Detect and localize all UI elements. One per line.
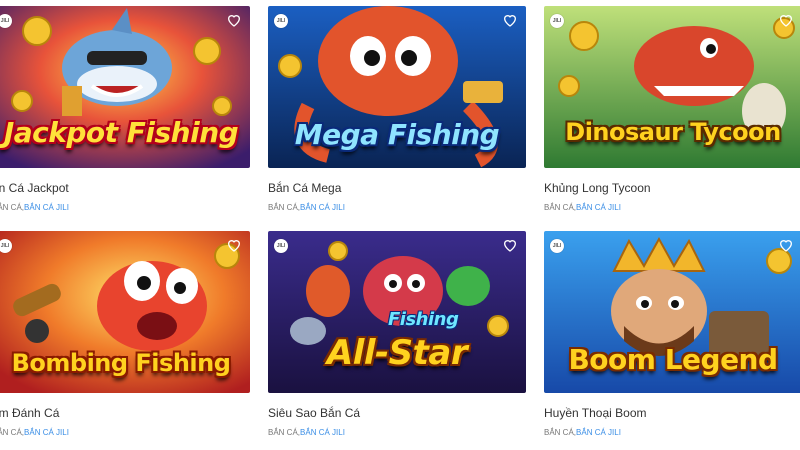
tag-provider-link[interactable]: BẮN CÁ JILI — [24, 428, 69, 437]
game-thumbnail[interactable]: Boom Legend JILI — [544, 231, 800, 393]
game-title[interactable]: Khủng Long Tycoon — [544, 181, 800, 195]
heart-icon[interactable] — [502, 237, 518, 253]
tag-category[interactable]: BẮN CÁ, — [0, 428, 24, 437]
game-logo: Boom Legend — [568, 343, 778, 376]
game-thumbnail[interactable]: Dinosaur Tycoon JILI — [544, 6, 800, 168]
tag-category[interactable]: BẮN CÁ, — [544, 203, 576, 212]
heart-icon[interactable] — [226, 237, 242, 253]
game-thumbnail[interactable]: Fishing All-Star JILI — [268, 231, 526, 393]
heart-icon[interactable] — [778, 237, 794, 253]
game-card[interactable]: Fishing All-Star JILI Siêu Sao Bắn Cá BẮ… — [268, 231, 526, 438]
tag-provider-link[interactable]: BẮN CÁ JILI — [576, 203, 621, 212]
game-title[interactable]: ắn Cá Jackpot — [0, 181, 250, 195]
tag-category[interactable]: BẮN CÁ, — [268, 428, 300, 437]
game-thumbnail[interactable]: Mega Fishing JILI — [268, 6, 526, 168]
game-logo: Jackpot Fishing — [3, 116, 239, 149]
heart-icon[interactable] — [502, 12, 518, 28]
tag-provider-link[interactable]: BẮN CÁ JILI — [576, 428, 621, 437]
jili-badge-icon: JILI — [550, 239, 564, 253]
game-title[interactable]: Siêu Sao Bắn Cá — [268, 406, 526, 420]
game-title[interactable]: om Đánh Cá — [0, 406, 250, 420]
game-card[interactable]: Boom Legend JILI Huyền Thoại Boom BẮN CÁ… — [544, 231, 800, 438]
game-tags: BẮN CÁ,BẮN CÁ JILI — [0, 428, 250, 438]
tag-provider-link[interactable]: BẮN CÁ JILI — [300, 428, 345, 437]
game-tags: BẮN CÁ,BẮN CÁ JILI — [544, 428, 800, 438]
game-logo: Dinosaur Tycoon — [565, 118, 781, 146]
game-card[interactable]: Mega Fishing JILI Bắn Cá Mega BẮN CÁ,BẮN… — [268, 6, 526, 213]
game-logo: Bombing Fishing — [11, 349, 231, 377]
game-logo: All-Star — [326, 333, 468, 373]
game-title[interactable]: Huyền Thoại Boom — [544, 406, 800, 420]
tag-provider-link[interactable]: BẮN CÁ JILI — [300, 203, 345, 212]
game-tags: BẮN CÁ,BẮN CÁ JILI — [268, 428, 526, 438]
tag-category[interactable]: BẮN CÁ, — [268, 203, 300, 212]
game-logo: Mega Fishing — [294, 118, 500, 151]
game-logo-subtitle: Fishing — [388, 309, 459, 330]
jili-badge-icon: JILI — [550, 14, 564, 28]
game-tags: BẮN CÁ,BẮN CÁ JILI — [0, 203, 250, 213]
game-title[interactable]: Bắn Cá Mega — [268, 181, 526, 195]
heart-icon[interactable] — [226, 12, 242, 28]
tag-category[interactable]: BẮN CÁ, — [0, 203, 24, 212]
heart-icon[interactable] — [778, 12, 794, 28]
game-card[interactable]: Dinosaur Tycoon JILI Khủng Long Tycoon B… — [544, 6, 800, 213]
jili-badge-icon: JILI — [274, 14, 288, 28]
game-card[interactable]: Jackpot Fishing JILI ắn Cá Jackpot BẮN C… — [0, 6, 250, 213]
tag-category[interactable]: BẮN CÁ, — [544, 428, 576, 437]
game-tags: BẮN CÁ,BẮN CÁ JILI — [268, 203, 526, 213]
jili-badge-icon: JILI — [274, 239, 288, 253]
game-card[interactable]: Bombing Fishing JILI om Đánh Cá BẮN CÁ,B… — [0, 231, 250, 438]
tag-provider-link[interactable]: BẮN CÁ JILI — [24, 203, 69, 212]
game-tags: BẮN CÁ,BẮN CÁ JILI — [544, 203, 800, 213]
game-thumbnail[interactable]: Bombing Fishing JILI — [0, 231, 250, 393]
game-thumbnail[interactable]: Jackpot Fishing JILI — [0, 6, 250, 168]
